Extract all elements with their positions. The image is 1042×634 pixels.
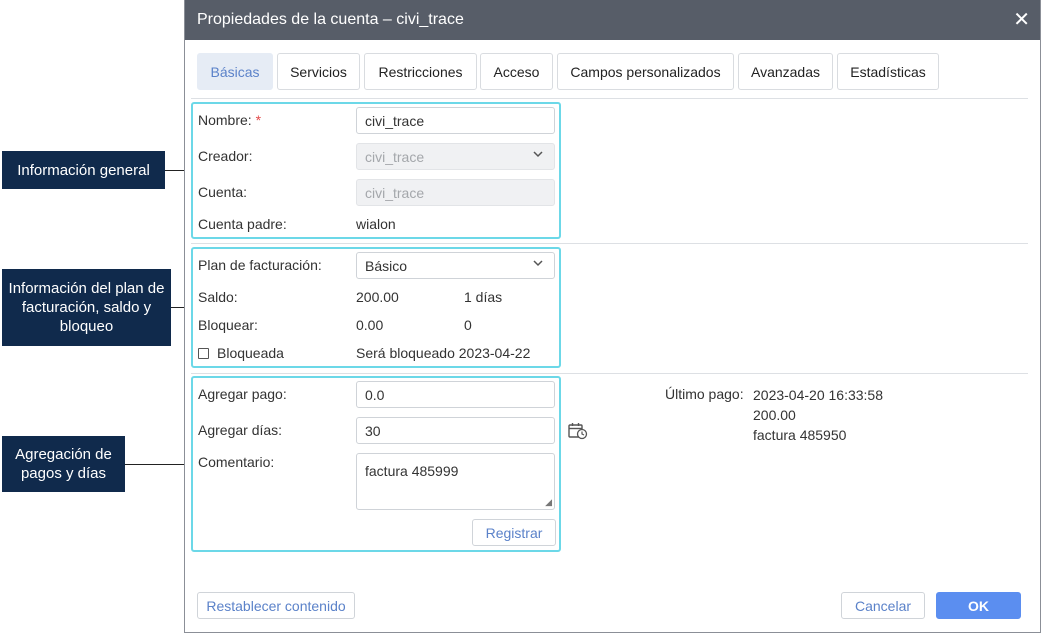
parent-account-value: wialon (356, 216, 396, 232)
resize-grip-icon[interactable]: ◢ (545, 497, 552, 508)
add-payment-label: Agregar pago: (198, 386, 287, 402)
tab-avanzadas-label: Avanzadas (750, 63, 820, 80)
callout-payments-connector (125, 464, 189, 465)
name-input[interactable]: civi_trace (356, 107, 555, 134)
dialog-title: Propiedades de la cuenta – civi_trace (197, 11, 464, 28)
account-label: Cuenta: (198, 184, 248, 200)
ok-button[interactable]: OK (936, 592, 1021, 619)
tab-acceso[interactable]: Acceso (480, 53, 553, 90)
section-divider-1 (191, 243, 1028, 244)
tab-campos-personalizados-label: Campos personalizados (570, 63, 721, 80)
tabs-divider (191, 98, 1028, 99)
billing-plan-value: Básico (365, 258, 408, 274)
add-payment-input[interactable]: 0.0 (356, 381, 555, 408)
creator-select-value: civi_trace (365, 149, 425, 165)
close-icon[interactable]: ✕ (1013, 8, 1030, 32)
tab-acceso-label: Acceso (493, 63, 540, 80)
add-payment-value: 0.0 (365, 387, 385, 403)
billing-plan-label: Plan de facturación: (198, 257, 322, 273)
callout-payments-info-text: Agregación de pagos y días (15, 446, 112, 482)
tab-servicios-label: Servicios (290, 63, 347, 80)
reset-content-label: Restablecer contenido (206, 597, 346, 614)
callout-billing-info-text: Información del plan de facturación, sal… (8, 280, 165, 335)
block-days: 0 (464, 317, 472, 333)
dialog-titlebar: Propiedades de la cuenta – civi_trace ✕ (185, 0, 1040, 40)
last-payment-datetime: 2023-04-20 16:33:58 (753, 387, 883, 403)
tab-basicas-label: Básicas (210, 63, 260, 80)
tab-servicios[interactable]: Servicios (277, 53, 360, 90)
register-button[interactable]: Registrar (472, 519, 556, 546)
block-value: 0.00 (356, 317, 384, 333)
blocked-label: Bloqueada (217, 345, 284, 361)
last-payment-comment: factura 485950 (753, 427, 847, 443)
tab-estadisticas-label: Estadísticas (850, 63, 926, 80)
balance-value: 200.00 (356, 289, 399, 305)
callout-billing-info: Información del plan de facturación, sal… (2, 269, 171, 346)
cancel-button-label: Cancelar (854, 597, 912, 614)
last-payment-label: Último pago: (665, 386, 744, 402)
ok-button-label: OK (968, 597, 989, 614)
account-input: civi_trace (356, 179, 555, 206)
parent-account-label: Cuenta padre: (198, 216, 287, 232)
name-input-value: civi_trace (365, 113, 425, 129)
calendar-clock-icon[interactable] (568, 422, 588, 440)
comment-value: factura 485999 (365, 463, 459, 479)
comment-textarea[interactable]: factura 485999 ◢ (356, 453, 555, 510)
account-input-value: civi_trace (365, 185, 425, 201)
creator-label: Creador: (198, 148, 253, 164)
block-label: Bloquear: (198, 317, 258, 333)
callout-general-info-text: Información general (17, 161, 150, 179)
cancel-button[interactable]: Cancelar (841, 592, 925, 619)
section-divider-2 (191, 373, 1028, 374)
tab-estadisticas[interactable]: Estadísticas (837, 53, 939, 90)
balance-label: Saldo: (198, 289, 238, 305)
comment-label: Comentario: (198, 454, 275, 470)
name-label: Nombre: * (198, 112, 261, 128)
add-days-value: 30 (365, 423, 381, 439)
tab-restricciones-label: Restricciones (378, 63, 463, 80)
callout-general-info: Información general (2, 151, 165, 189)
creator-select[interactable]: civi_trace (356, 143, 555, 170)
tab-campos-personalizados[interactable]: Campos personalizados (557, 53, 734, 90)
reset-content-button[interactable]: Restablecer contenido (197, 592, 355, 619)
last-payment-amount: 200.00 (753, 407, 796, 423)
required-mark: * (255, 112, 262, 128)
tab-basicas[interactable]: Básicas (197, 53, 273, 90)
tab-restricciones[interactable]: Restricciones (364, 53, 477, 90)
register-button-label: Registrar (485, 524, 543, 541)
name-label-text: Nombre: (198, 112, 252, 128)
add-days-label: Agregar días: (198, 422, 283, 438)
billing-plan-select[interactable]: Básico (356, 252, 555, 279)
balance-days: 1 días (464, 289, 503, 305)
blocked-checkbox[interactable] (198, 348, 209, 359)
chevron-down-icon (532, 257, 544, 272)
blocked-note: Será bloqueado 2023-04-22 (356, 345, 531, 361)
callout-payments-info: Agregación de pagos y días (2, 436, 125, 492)
account-properties-dialog: Propiedades de la cuenta – civi_trace ✕ … (184, 0, 1041, 633)
add-days-input[interactable]: 30 (356, 417, 555, 444)
tab-avanzadas[interactable]: Avanzadas (738, 53, 833, 90)
chevron-down-icon (532, 148, 544, 163)
